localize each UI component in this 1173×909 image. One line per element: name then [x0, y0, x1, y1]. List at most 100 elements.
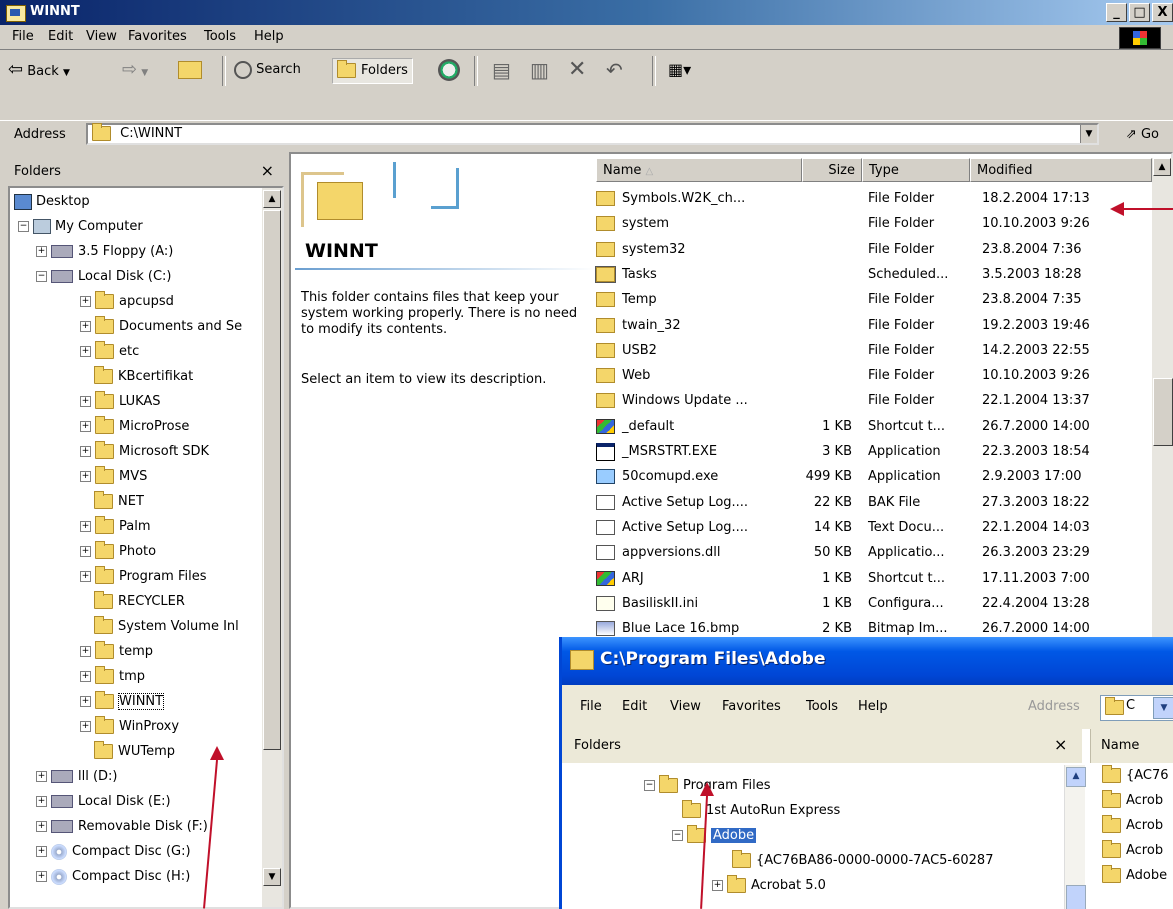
xp-list-item[interactable]: Acrob — [1102, 840, 1163, 862]
folders-button[interactable]: Folders — [332, 58, 413, 84]
tree-item-desktop[interactable]: Desktop — [14, 191, 90, 213]
tree-item-palm[interactable]: + Palm — [80, 516, 151, 538]
undo-button[interactable]: ↶ — [606, 58, 623, 82]
file-row[interactable]: Tasks Scheduled... 3.5.2003 18:28 — [595, 262, 1152, 287]
xp-menu-edit[interactable]: Edit — [622, 699, 647, 714]
file-row[interactable]: _MSRSTRT.EXE 3 KB Application 22.3.2003 18:… — [596, 439, 1152, 464]
scroll-up-button[interactable]: ▲ — [263, 190, 281, 208]
xp-scroll-thumb[interactable] — [1066, 885, 1086, 909]
tree-item-drive-g[interactable]: + Compact Disc (G:) — [36, 841, 191, 863]
xp-list-item[interactable]: Acrob — [1102, 815, 1163, 837]
xp-close-pane-button[interactable]: × — [1054, 735, 1067, 754]
tree-item-documents[interactable]: + Documents and Se — [80, 316, 242, 338]
xp-menu-help[interactable]: Help — [858, 699, 888, 714]
file-row[interactable]: ARJ 1 KB Shortcut t... 17.11.2003 7:00 — [596, 566, 1152, 591]
tree-item-drive-f[interactable]: + Removable Disk (F:) — [36, 816, 208, 838]
xp-address-field[interactable]: C ▼ — [1100, 695, 1173, 721]
file-row[interactable]: system File Folder 10.10.2003 9:26 — [596, 211, 1152, 236]
column-header-size[interactable]: Size — [802, 158, 862, 182]
tree-item-my-computer[interactable]: − My Computer — [18, 216, 143, 238]
scroll-thumb[interactable] — [263, 210, 281, 750]
history-button[interactable] — [438, 58, 460, 82]
tree-item-lukas[interactable]: + LUKAS — [80, 391, 161, 413]
address-dropdown-button[interactable]: ▼ — [1080, 125, 1097, 143]
tree-item-mvs[interactable]: + MVS — [80, 466, 147, 488]
file-row[interactable]: Active Setup Log.... 22 KB BAK File 27.3.20… — [596, 490, 1152, 515]
column-header-name[interactable]: Name △ — [596, 158, 802, 182]
menu-favorites[interactable]: Favorites — [128, 29, 187, 44]
xp-tree-scrollbar[interactable]: ▲ — [1064, 765, 1086, 909]
expand-icon[interactable]: + — [80, 396, 91, 407]
tree-item-net[interactable]: NET — [94, 491, 144, 513]
tree-item-winproxy[interactable]: + WinProxy — [80, 716, 179, 738]
tree-item-temp[interactable]: + temp — [80, 641, 153, 663]
file-row[interactable]: Temp File Folder 23.8.2004 7:35 — [596, 287, 1152, 312]
file-row[interactable]: system32 File Folder 23.8.2004 7:36 — [596, 237, 1152, 262]
xp-address-dropdown-icon[interactable]: ▼ — [1153, 697, 1173, 719]
move-to-button[interactable]: ▤ — [492, 58, 511, 82]
tree-scrollbar[interactable]: ▲ ▼ — [262, 188, 282, 907]
tree-item-etc[interactable]: + etc — [80, 341, 139, 363]
xp-menu-view[interactable]: View — [670, 699, 701, 714]
file-row[interactable]: Active Setup Log.... 14 KB Text Docu... 22.… — [596, 515, 1152, 540]
xp-tree-item-acrobat[interactable]: + Acrobat 5.0 — [712, 875, 826, 897]
file-row[interactable]: Windows Update ... File Folder 22.1.2004 1… — [596, 388, 1152, 413]
menu-help[interactable]: Help — [254, 29, 284, 44]
file-row[interactable]: USB2 File Folder 14.2.2003 22:55 — [596, 338, 1152, 363]
expand-icon[interactable]: + — [36, 821, 47, 832]
tree-item-microprose[interactable]: + MicroProse — [80, 416, 189, 438]
xp-column-header-name[interactable]: Name — [1090, 729, 1173, 763]
file-row[interactable]: twain_32 File Folder 19.2.2003 19:46 — [596, 313, 1152, 338]
tree-item-apcupsd[interactable]: + apcupsd — [80, 291, 174, 313]
expand-icon[interactable]: + — [712, 880, 723, 891]
list-scroll-up-button[interactable]: ▲ — [1153, 158, 1171, 176]
scroll-down-button[interactable]: ▼ — [263, 868, 281, 886]
expand-icon[interactable]: + — [36, 871, 47, 882]
tree-item-tmp[interactable]: + tmp — [80, 666, 145, 688]
copy-to-button[interactable]: ▥ — [530, 58, 549, 82]
tree-item-microsoft-sdk[interactable]: + Microsoft SDK — [80, 441, 209, 463]
delete-button[interactable]: ✕ — [568, 58, 586, 82]
menu-file[interactable]: File — [12, 29, 34, 44]
title-bar[interactable]: WINNT _ □ X — [0, 0, 1173, 25]
xp-title-bar[interactable]: C:\Program Files\Adobe — [562, 637, 1173, 685]
tree-item-recycler[interactable]: RECYCLER — [94, 591, 185, 613]
tree-item-photo[interactable]: + Photo — [80, 541, 156, 563]
tree-item-drive-e[interactable]: + Local Disk (E:) — [36, 791, 171, 813]
close-button[interactable]: X — [1152, 3, 1173, 22]
forward-dropdown-icon[interactable]: ▼ — [141, 68, 148, 78]
close-pane-button[interactable]: × — [261, 161, 274, 180]
xp-tree-item-adobe[interactable]: − Adobe — [672, 825, 757, 847]
up-folder-button[interactable] — [178, 58, 202, 82]
minimize-button[interactable]: _ — [1106, 3, 1127, 22]
file-row[interactable]: _default 1 KB Shortcut t... 26.7.2000 14:00 — [596, 414, 1152, 439]
file-row[interactable]: BasiliskII.ini 1 KB Configura... 22.4.2004 … — [596, 591, 1152, 616]
tree-item-kbcertifikat[interactable]: KBcertifikat — [94, 366, 193, 388]
xp-list-item[interactable]: Acrob — [1102, 790, 1163, 812]
xp-scroll-up-button[interactable]: ▲ — [1066, 767, 1086, 787]
collapse-icon[interactable]: − — [644, 780, 655, 791]
tree-item-wutemp[interactable]: WUTemp — [94, 741, 175, 763]
menu-tools[interactable]: Tools — [204, 29, 236, 44]
address-field[interactable]: C:\WINNT ▼ — [86, 123, 1099, 145]
forward-button[interactable]: ⇨ ▼ — [122, 58, 148, 82]
expand-icon[interactable]: + — [36, 771, 47, 782]
expand-icon[interactable]: + — [80, 546, 91, 557]
xp-menu-file[interactable]: File — [580, 699, 602, 714]
tree-item-drive-d[interactable]: + lll (D:) — [36, 766, 118, 788]
expand-icon[interactable]: + — [80, 646, 91, 657]
expand-icon[interactable]: + — [80, 521, 91, 532]
dropdown-arrow-icon[interactable]: ▼ — [63, 68, 70, 78]
collapse-icon[interactable]: − — [36, 271, 47, 282]
tree-item-system-volume[interactable]: System Volume Inl — [94, 616, 239, 638]
tree-item-winnt[interactable]: + WINNT — [80, 691, 165, 713]
expand-icon[interactable]: + — [80, 346, 91, 357]
expand-icon[interactable]: + — [80, 671, 91, 682]
file-row[interactable]: Symbols.W2K_ch... File Folder 18.2.2004 17… — [596, 186, 1152, 211]
menu-edit[interactable]: Edit — [48, 29, 73, 44]
file-row[interactable]: appversions.dll 50 KB Applicatio... 26.3.20… — [596, 540, 1152, 565]
expand-icon[interactable]: + — [80, 421, 91, 432]
go-button[interactable]: ⇗ Go — [1126, 127, 1159, 142]
column-header-type[interactable]: Type — [862, 158, 970, 182]
expand-icon[interactable]: + — [80, 296, 91, 307]
